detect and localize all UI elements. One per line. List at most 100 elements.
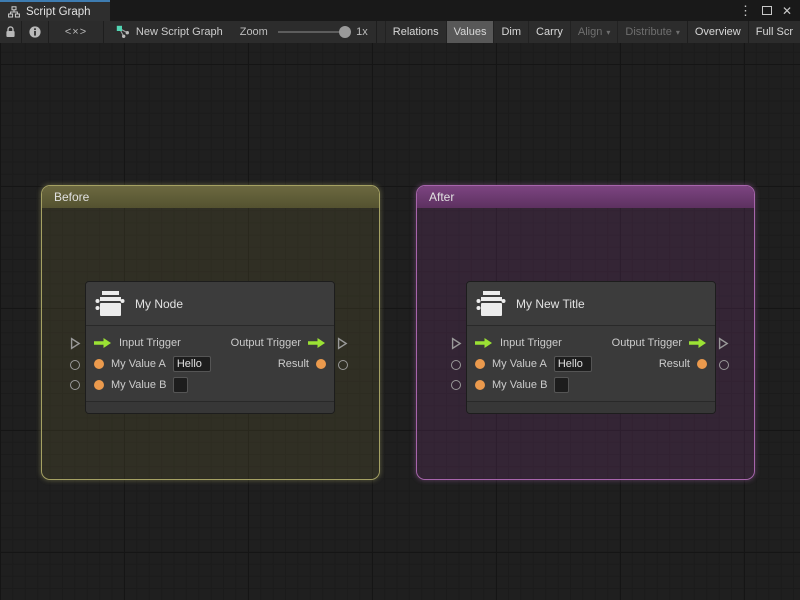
- port-label: My Value A: [492, 357, 547, 370]
- zoom-slider-handle[interactable]: [339, 26, 352, 38]
- flow-arrow-icon: [689, 337, 706, 348]
- group-after-header[interactable]: After: [417, 186, 754, 208]
- toolbar-toggle-group: Relations Values Dim Carry Align ▾ Distr…: [384, 21, 800, 43]
- value-port-icon: [94, 379, 104, 390]
- toolbar-separator: [375, 21, 377, 43]
- node-port-rows: Input Trigger Output Trigger My Value A: [86, 326, 334, 401]
- zoom-slider[interactable]: [277, 26, 352, 38]
- port-label: Output Trigger: [230, 336, 301, 349]
- external-value-a-port[interactable]: [451, 360, 461, 370]
- port-row: Input Trigger Output Trigger: [467, 332, 715, 353]
- window-menu-icon[interactable]: ⋮: [739, 4, 752, 17]
- align-label: Align: [577, 26, 603, 38]
- values-label: Values: [453, 26, 487, 38]
- value-a-field[interactable]: [553, 355, 592, 372]
- value-b-port[interactable]: My Value B: [475, 376, 570, 393]
- values-button[interactable]: Values: [445, 21, 494, 43]
- port-label: Result: [277, 357, 309, 370]
- distribute-dropdown-button[interactable]: Distribute ▾: [617, 21, 686, 43]
- lock-button[interactable]: [0, 21, 21, 43]
- node-my-new-title-wrapper: My New Title Input Trigger Output Trigge…: [451, 281, 729, 414]
- value-port-icon: [697, 358, 707, 369]
- port-label: Result: [658, 357, 690, 370]
- external-output-trigger-port[interactable]: [718, 337, 729, 355]
- unit-icon: [475, 288, 507, 320]
- value-b-port[interactable]: My Value B: [94, 376, 189, 393]
- code-preview-button[interactable]: <×>: [49, 21, 103, 43]
- value-a-port[interactable]: My Value A: [475, 355, 592, 372]
- info-icon: [29, 26, 41, 38]
- graph-canvas[interactable]: Before After My Node Input Trigger Outpu…: [0, 43, 800, 600]
- fullscreen-button[interactable]: Full Scr: [747, 21, 800, 43]
- external-input-trigger-port[interactable]: [70, 337, 81, 355]
- external-value-b-port[interactable]: [70, 380, 80, 390]
- port-label: Input Trigger: [119, 336, 181, 349]
- result-port[interactable]: Result: [278, 358, 326, 370]
- port-label: My Value B: [111, 378, 167, 391]
- external-result-port[interactable]: [719, 360, 729, 370]
- node-my-node[interactable]: My Node Input Trigger Output Trigger My …: [85, 281, 335, 414]
- value-b-field[interactable]: [173, 376, 189, 393]
- zoom-value: 1x: [356, 26, 368, 38]
- node-title: My Node: [135, 296, 184, 311]
- graph-toolbar: <×> New Script Graph Zoom 1x Relations V…: [0, 21, 800, 43]
- relations-label: Relations: [392, 26, 439, 38]
- value-a-field[interactable]: [172, 355, 211, 372]
- port-row: My Value A Result: [467, 353, 715, 374]
- node-my-node-wrapper: My Node Input Trigger Output Trigger My …: [70, 281, 348, 414]
- window-maximize-icon[interactable]: [761, 6, 772, 15]
- zoom-label: Zoom: [239, 26, 268, 38]
- relations-button[interactable]: Relations: [384, 21, 446, 43]
- external-result-port[interactable]: [338, 360, 348, 370]
- value-port-icon: [475, 358, 485, 369]
- external-input-trigger-port[interactable]: [451, 337, 462, 355]
- tab-script-graph[interactable]: Script Graph: [0, 0, 110, 21]
- overview-button[interactable]: Overview: [686, 21, 748, 43]
- tab-bar: Script Graph ⋮ ✕: [0, 0, 800, 21]
- lock-icon: [5, 26, 16, 38]
- distribute-label: Distribute: [625, 26, 672, 38]
- toolbar-separator: [102, 21, 104, 43]
- result-port[interactable]: Result: [659, 358, 707, 370]
- group-before-title: Before: [54, 190, 90, 204]
- output-trigger-port[interactable]: Output Trigger: [612, 337, 707, 349]
- node-footer: [86, 401, 334, 413]
- node-header[interactable]: My Node: [86, 282, 334, 326]
- node-footer: [467, 401, 715, 413]
- graph-asset-icon: [116, 25, 130, 39]
- port-label: My Value A: [111, 357, 166, 370]
- port-label: Output Trigger: [611, 336, 682, 349]
- node-my-new-title[interactable]: My New Title Input Trigger Output Trigge…: [466, 281, 716, 414]
- port-row: Input Trigger Output Trigger: [86, 332, 334, 353]
- external-value-b-port[interactable]: [451, 380, 461, 390]
- code-icon: <×>: [64, 26, 88, 38]
- script-graph-tab-icon: [8, 5, 20, 18]
- window-controls: ⋮ ✕: [739, 0, 800, 21]
- external-output-trigger-port[interactable]: [337, 337, 348, 355]
- port-label: Input Trigger: [500, 336, 562, 349]
- info-button[interactable]: [22, 21, 48, 43]
- window-close-icon[interactable]: ✕: [782, 5, 792, 17]
- align-dropdown-button[interactable]: Align ▾: [569, 21, 617, 43]
- port-row: My Value A Result: [86, 353, 334, 374]
- carry-button[interactable]: Carry: [528, 21, 570, 43]
- chevron-down-icon: ▾: [675, 27, 680, 37]
- value-b-field[interactable]: [554, 376, 570, 393]
- group-before-header[interactable]: Before: [42, 186, 379, 208]
- dim-button[interactable]: Dim: [493, 21, 528, 43]
- value-a-port[interactable]: My Value A: [94, 355, 211, 372]
- flow-arrow-icon: [94, 337, 111, 348]
- group-after-title: After: [429, 190, 455, 204]
- value-port-icon: [316, 358, 326, 369]
- overview-label: Overview: [694, 26, 741, 38]
- output-trigger-port[interactable]: Output Trigger: [231, 337, 326, 349]
- node-header[interactable]: My New Title: [467, 282, 715, 326]
- port-row: My Value B: [86, 374, 334, 395]
- fullscreen-label: Full Scr: [755, 26, 793, 38]
- carry-label: Carry: [536, 26, 563, 38]
- unity-script-graph-window: Script Graph ⋮ ✕ <×> New Script Graph Zo…: [0, 0, 800, 600]
- input-trigger-port[interactable]: Input Trigger: [475, 337, 562, 349]
- input-trigger-port[interactable]: Input Trigger: [94, 337, 181, 349]
- external-value-a-port[interactable]: [70, 360, 80, 370]
- value-port-icon: [94, 358, 104, 369]
